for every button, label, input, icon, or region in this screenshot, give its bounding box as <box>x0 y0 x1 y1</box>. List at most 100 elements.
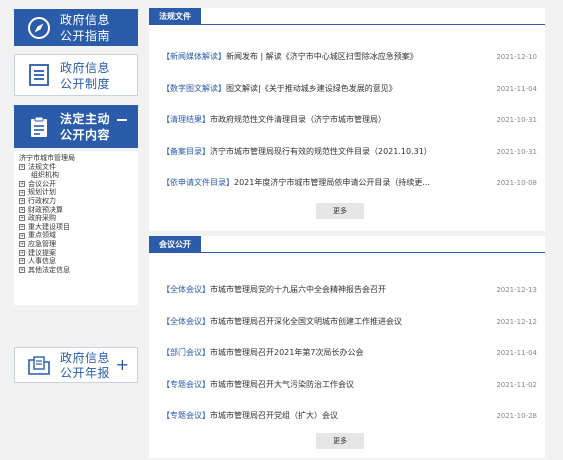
tree-expand-icon[interactable]: + <box>19 241 25 248</box>
disclosure-guide-label: 政府信息 公开指南 <box>60 12 110 44</box>
tree-item-label: 组织机构 <box>31 171 59 180</box>
list-item[interactable]: 【专题会议】市城市管理局召开党组（扩大）会议 2021-10-28 <box>162 410 537 422</box>
tree-expand-icon[interactable]: + <box>19 206 25 213</box>
tree-item[interactable]: + 其他法定信息 <box>19 266 136 275</box>
list-item-category[interactable]: 【部门会议】 <box>162 348 210 357</box>
document-list-icon <box>29 64 49 86</box>
list-item-link[interactable]: 【部门会议】市城市管理局召开2021年第7次局长办公会 <box>162 347 497 359</box>
list-item-date: 2021-11-04 <box>496 84 537 93</box>
list-item-date: 2021-12-12 <box>496 317 537 326</box>
list-item[interactable]: 【数字图文解读】图文解读|《关于推动城乡建设绿色发展的意见》 2021-11-04 <box>162 83 537 95</box>
list-item-date: 2021-10-28 <box>496 412 537 420</box>
folder-document-icon <box>28 356 50 375</box>
list-item[interactable]: 【新闻媒体解读】新闻发布 | 解读《济宁市中心城区扫雪除冰应急预案》 2021-1… <box>162 51 537 63</box>
meetings-more-button[interactable]: 更多 <box>316 433 364 449</box>
list-item-title[interactable]: 图文解读|《关于推动城乡建设绿色发展的意见》 <box>226 84 397 93</box>
expand-plus-icon[interactable]: + <box>116 357 129 373</box>
list-item-date: 2021-11-04 <box>496 349 537 357</box>
statutory-content-label: 法定主动 公开内容 <box>60 111 110 143</box>
list-item-link[interactable]: 【清理结果】市政府规范性文件清理目录（济宁市城市管理局） <box>162 114 497 126</box>
compass-icon <box>28 16 50 39</box>
disclosure-system-button[interactable]: 政府信息 公开制度 <box>14 54 138 96</box>
tree-item[interactable]: + 法规文件 <box>19 163 136 172</box>
disclosure-guide-button[interactable]: 政府信息 公开指南 <box>14 9 138 46</box>
list-item-category[interactable]: 【全体会议】 <box>162 285 210 294</box>
list-item-link[interactable]: 【依申请文件目录】2021年度济宁市城市管理局依申请公开目录（持续更... <box>162 177 497 189</box>
list-item[interactable]: 【全体会议】市城市管理局召开深化全国文明城市创建工作推进会议 2021-12-12 <box>162 316 537 328</box>
tree-root[interactable]: 济宁市城市管理局 <box>19 154 136 163</box>
annual-report-label: 政府信息 公开年报 <box>60 351 110 381</box>
tree-item-label: 人事信息 <box>28 257 56 266</box>
list-item[interactable]: 【专题会议】市城市管理局召开大气污染防治工作会议 2021-11-02 <box>162 379 537 391</box>
meetings-panel: 会议公开 【全体会议】市城市管理局党的十九届六中全会精神报告会召开 2021-12… <box>149 236 545 458</box>
disclosure-guide-line1: 政府信息 <box>60 13 111 27</box>
list-item-category[interactable]: 【依申请文件目录】 <box>162 178 234 187</box>
tab-regulations[interactable]: 法规文件 <box>149 8 201 25</box>
list-item-category[interactable]: 【备案目录】 <box>162 147 210 156</box>
list-item[interactable]: 【部门会议】市城市管理局召开2021年第7次局长办公会 2021-11-04 <box>162 347 537 359</box>
disclosure-system-label: 政府信息 公开制度 <box>60 60 110 92</box>
annual-report-button[interactable]: 政府信息 公开年报 + <box>14 347 138 383</box>
list-item-title[interactable]: 济宁市城市管理局现行有效的规范性文件目录（2021.10.31） <box>210 147 432 156</box>
tree-expand-icon[interactable]: + <box>19 224 25 231</box>
tree-item-label: 行政权力 <box>28 196 56 205</box>
regulations-panel-header: 法规文件 <box>149 8 545 25</box>
tree-item[interactable]: + 政府采购 <box>19 214 136 223</box>
collapse-icon[interactable] <box>117 119 127 121</box>
list-item-date: 2021-12-13 <box>496 286 537 294</box>
list-item-link[interactable]: 【全体会议】市城市管理局党的十九届六中全会精神报告会召开 <box>162 284 497 296</box>
list-item-title[interactable]: 市城市管理局召开深化全国文明城市创建工作推进会议 <box>210 317 402 326</box>
list-item[interactable]: 【备案目录】济宁市城市管理局现行有效的规范性文件目录（2021.10.31） 20… <box>162 146 537 158</box>
list-item-category[interactable]: 【专题会议】 <box>162 380 210 389</box>
tree-expand-icon[interactable]: + <box>19 215 25 222</box>
tree-expand-icon[interactable]: + <box>19 267 25 274</box>
tree-expand-icon[interactable]: + <box>19 249 25 256</box>
list-item-title[interactable]: 市城市管理局党的十九届六中全会精神报告会召开 <box>210 285 386 294</box>
tree-item[interactable]: + 规划计划 <box>19 188 136 197</box>
tree-expand-icon[interactable]: + <box>19 258 25 265</box>
tree-item[interactable]: + 重点领域 <box>19 231 136 240</box>
list-item-title[interactable]: 2021年度济宁市城市管理局依申请公开目录（持续更... <box>234 178 430 187</box>
list-item-category[interactable]: 【新闻媒体解读】 <box>162 52 226 61</box>
tree-item[interactable]: + 建议提案 <box>19 249 136 258</box>
list-item-date: 2021-10-08 <box>496 179 537 187</box>
tree-item[interactable]: 组织机构 <box>19 171 136 180</box>
list-item-category[interactable]: 【清理结果】 <box>162 115 210 124</box>
list-item-link[interactable]: 【新闻媒体解读】新闻发布 | 解读《济宁市中心城区扫雪除冰应急预案》 <box>162 51 497 63</box>
list-item-title[interactable]: 市城市管理局召开党组（扩大）会议 <box>210 411 338 420</box>
tree-item[interactable]: + 财政预决算 <box>19 206 136 215</box>
list-item-link[interactable]: 【全体会议】市城市管理局召开深化全国文明城市创建工作推进会议 <box>162 316 497 328</box>
annual-report-line1: 政府信息 <box>60 351 111 365</box>
tree-item[interactable]: + 应急管理 <box>19 240 136 249</box>
tree-item-label: 法规文件 <box>28 162 56 171</box>
tree-item[interactable]: + 行政权力 <box>19 197 136 206</box>
list-item-category[interactable]: 【专题会议】 <box>162 411 210 420</box>
list-item-title[interactable]: 新闻发布 | 解读《济宁市中心城区扫雪除冰应急预案》 <box>226 52 418 61</box>
list-item-title[interactable]: 市政府规范性文件清理目录（济宁市城市管理局） <box>210 115 386 124</box>
disclosure-system-line1: 政府信息 <box>60 61 111 75</box>
list-item[interactable]: 【依申请文件目录】2021年度济宁市城市管理局依申请公开目录（持续更... 202… <box>162 177 537 189</box>
list-item[interactable]: 【清理结果】市政府规范性文件清理目录（济宁市城市管理局） 2021-10-31 <box>162 114 537 126</box>
list-item[interactable]: 【全体会议】市城市管理局党的十九届六中全会精神报告会召开 2021-12-13 <box>162 284 537 296</box>
list-item-link[interactable]: 【数字图文解读】图文解读|《关于推动城乡建设绿色发展的意见》 <box>162 83 497 95</box>
statutory-content-button[interactable]: 法定主动 公开内容 <box>14 105 138 148</box>
tree-expand-icon[interactable]: + <box>19 198 25 205</box>
tree-expand-icon[interactable]: + <box>19 181 25 188</box>
list-item-category[interactable]: 【全体会议】 <box>162 317 210 326</box>
statutory-content-line1: 法定主动 <box>60 112 111 126</box>
list-item-title[interactable]: 市城市管理局召开大气污染防治工作会议 <box>210 380 354 389</box>
tree-item[interactable]: + 人事信息 <box>19 257 136 266</box>
list-item-title[interactable]: 市城市管理局召开2021年第7次局长办公会 <box>210 348 363 357</box>
list-item-date: 2021-11-02 <box>496 380 537 389</box>
list-item-link[interactable]: 【备案目录】济宁市城市管理局现行有效的规范性文件目录（2021.10.31） <box>162 146 497 158</box>
tree-items: + 法规文件 组织机构 + 会议公开 + 规划计划 + 行政权力 + 财政预决算 + 政府采购 + 重大建设… <box>16 163 136 275</box>
list-item-link[interactable]: 【专题会议】市城市管理局召开大气污染防治工作会议 <box>162 379 497 391</box>
tree-expand-icon[interactable]: + <box>19 232 25 239</box>
tree-item-label: 重点领域 <box>28 231 56 240</box>
list-item-link[interactable]: 【专题会议】市城市管理局召开党组（扩大）会议 <box>162 410 497 422</box>
tab-meetings[interactable]: 会议公开 <box>149 236 201 253</box>
regulations-more-button[interactable]: 更多 <box>316 203 364 219</box>
tree-expand-icon[interactable]: + <box>19 189 25 196</box>
tree-expand-icon[interactable]: + <box>19 163 25 170</box>
list-item-category[interactable]: 【数字图文解读】 <box>162 84 226 93</box>
